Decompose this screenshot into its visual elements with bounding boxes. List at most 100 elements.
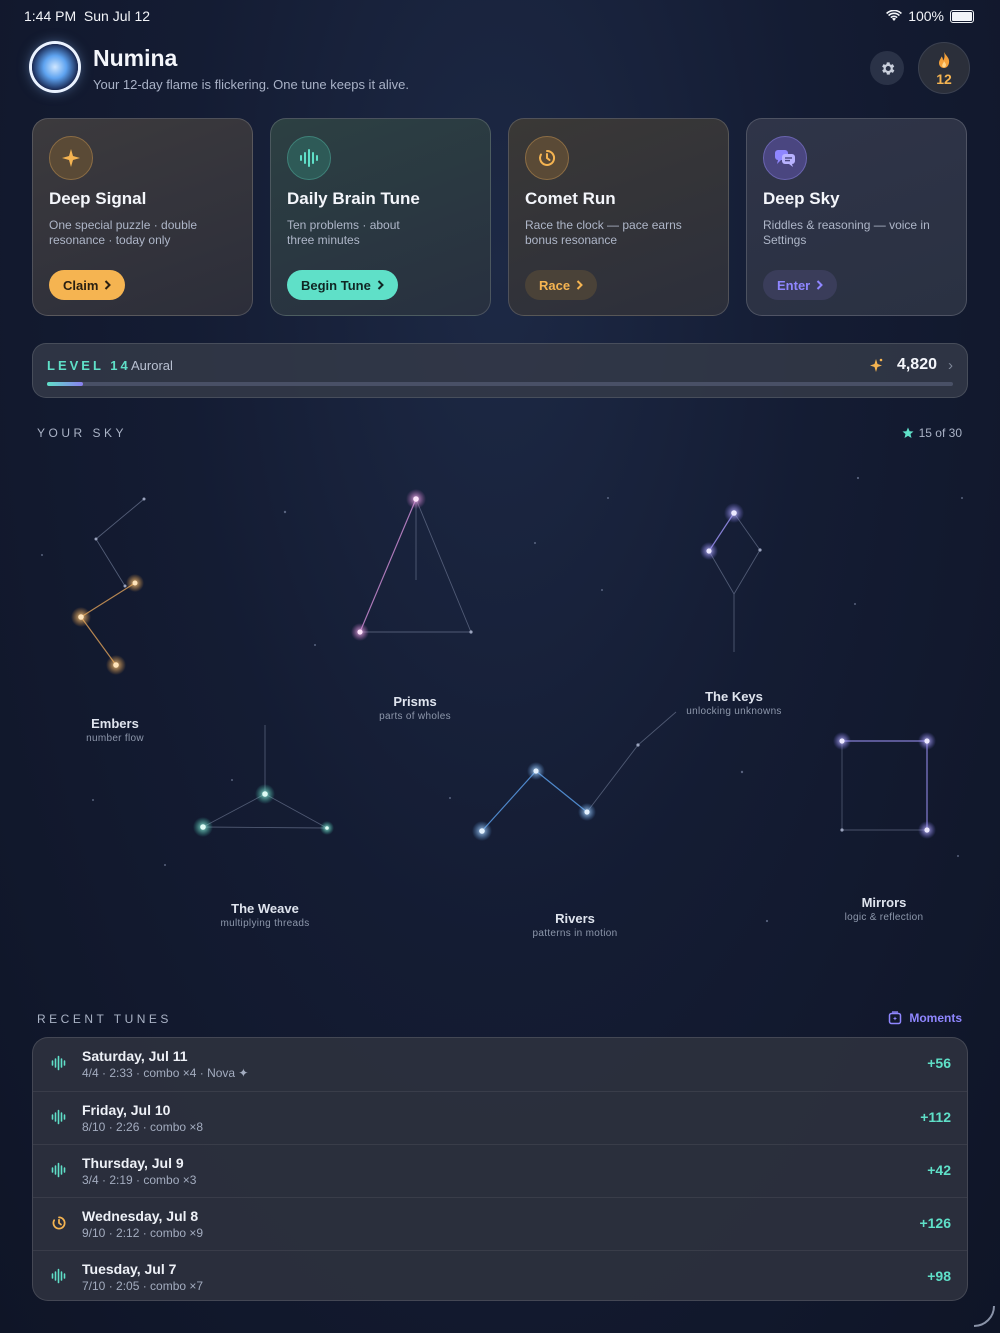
streak-message: Your 12-day flame is flickering. One tun… xyxy=(93,77,410,92)
constellation-sub-the-keys: unlocking unknowns xyxy=(686,706,782,717)
tune-meta: 3/4 · 2:19 · combo ×3 xyxy=(82,1173,197,1187)
chevron-right-icon: › xyxy=(948,357,953,374)
card-daily-brain-tune[interactable]: Daily Brain Tune Ten problems · about th… xyxy=(270,118,491,316)
waveform-icon xyxy=(51,1268,66,1284)
level-tier: Auroral xyxy=(131,358,173,373)
chevron-right-icon xyxy=(817,280,824,290)
constellation-sub-the-weave: multiplying threads xyxy=(220,918,310,929)
enter-button[interactable]: Enter xyxy=(763,270,838,300)
your-sky-heading: YOUR SKY xyxy=(37,426,128,440)
constellation-name-embers[interactable]: Embers xyxy=(25,716,205,731)
constellation-rivers xyxy=(472,711,677,841)
tune-points: +56 xyxy=(927,1055,951,1071)
tune-points: +98 xyxy=(927,1268,951,1284)
begin-tune-button[interactable]: Begin Tune xyxy=(287,270,398,300)
tune-meta: 7/10 · 2:05 · combo ×7 xyxy=(82,1279,204,1293)
level-progress-bar[interactable]: LEVEL 14 Auroral 4,820 › xyxy=(32,343,968,398)
tune-date: Wednesday, Jul 8 xyxy=(82,1208,199,1224)
constellation-sub-mirrors: logic & reflection xyxy=(844,912,924,923)
card-icon-circle xyxy=(763,136,807,180)
constellation-sub-prisms: parts of wholes xyxy=(379,711,451,722)
chat-bubbles-icon xyxy=(775,150,795,167)
level-fill xyxy=(47,382,84,386)
settings-button[interactable] xyxy=(870,51,904,85)
card-title: Comet Run xyxy=(525,189,616,208)
constellation-name-mirrors[interactable]: Mirrors xyxy=(794,895,974,910)
constellation-name-the-weave[interactable]: The Weave xyxy=(175,901,355,916)
gear-icon xyxy=(881,61,894,75)
claim-button-label: Claim xyxy=(63,277,99,293)
chevron-right-icon xyxy=(105,280,112,290)
sparkle-icon xyxy=(62,149,80,167)
chevron-right-icon xyxy=(377,280,384,290)
tune-date: Tuesday, Jul 7 xyxy=(82,1261,177,1277)
claim-button[interactable]: Claim xyxy=(49,270,126,300)
resonance-points: 4,820 xyxy=(896,356,937,373)
constellation-the-weave xyxy=(193,725,334,837)
card-icon-circle xyxy=(525,136,569,180)
constellation-name-rivers[interactable]: Rivers xyxy=(485,911,665,926)
tune-points: +42 xyxy=(927,1162,951,1178)
card-comet-run[interactable]: Comet Run Race the clock — pace earns bo… xyxy=(508,118,729,316)
tune-row[interactable]: Wednesday, Jul 8 9/10 · 2:12 · combo ×9 … xyxy=(33,1197,967,1251)
card-description: One special puzzle · double resonance · … xyxy=(49,218,198,247)
waveform-icon xyxy=(300,149,318,167)
tune-meta: 8/10 · 2:26 · combo ×8 xyxy=(82,1120,204,1134)
tune-row[interactable]: Thursday, Jul 9 3/4 · 2:19 · combo ×3 +4… xyxy=(33,1144,967,1198)
waveform-icon xyxy=(51,1162,66,1178)
tune-points: +112 xyxy=(920,1109,951,1125)
race-button-label: Race xyxy=(539,277,571,293)
tune-row[interactable]: Saturday, Jul 11 4/4 · 2:33 · combo ×4 ·… xyxy=(33,1038,967,1091)
waveform-icon xyxy=(51,1109,66,1125)
status-time-date: 1:44 PM Sun Jul 12 xyxy=(24,8,151,24)
resize-handle-icon xyxy=(973,1305,995,1327)
tune-row[interactable]: Tuesday, Jul 7 7/10 · 2:05 · combo ×7 +9… xyxy=(33,1250,967,1300)
begin-tune-button-label: Begin Tune xyxy=(301,277,371,293)
tune-date: Saturday, Jul 11 xyxy=(82,1048,188,1064)
card-description: Ten problems · about three minutes xyxy=(287,218,400,247)
card-icon-circle xyxy=(287,136,331,180)
card-title: Daily Brain Tune xyxy=(287,189,420,208)
card-description: Race the clock — pace earns bonus resona… xyxy=(525,218,682,247)
timer-icon xyxy=(539,149,556,166)
recent-tunes-heading: RECENT TUNES xyxy=(37,1012,172,1026)
tune-row[interactable]: Friday, Jul 10 8/10 · 2:26 · combo ×8 +1… xyxy=(33,1091,967,1145)
card-icon-circle xyxy=(49,136,93,180)
moments-label: Moments xyxy=(909,1011,962,1025)
enter-button-label: Enter xyxy=(777,277,811,293)
tune-date: Thursday, Jul 9 xyxy=(82,1155,184,1171)
constellation-sub-embers: number flow xyxy=(86,733,144,744)
chevron-right-icon xyxy=(576,280,583,290)
constellation-name-the-keys[interactable]: The Keys xyxy=(644,689,824,704)
constellation-sub-rivers: patterns in motion xyxy=(532,928,618,939)
constellation-name-prisms[interactable]: Prisms xyxy=(325,694,505,709)
streak-flame-button[interactable]: 12 xyxy=(918,42,970,94)
card-description: Riddles & reasoning — voice in Settings xyxy=(763,218,930,247)
flame-icon xyxy=(939,52,950,68)
tune-points: +126 xyxy=(919,1215,951,1231)
streak-count: 12 xyxy=(936,71,952,87)
card-deep-signal[interactable]: Deep Signal One special puzzle · double … xyxy=(32,118,253,316)
constellation-mirrors xyxy=(833,732,936,839)
status-bar: 1:44 PM Sun Jul 12 100% xyxy=(24,8,974,26)
app-orb-logo xyxy=(32,44,78,90)
level-label: LEVEL 14 xyxy=(47,358,131,373)
sparkle-icon xyxy=(870,358,883,372)
wifi-icon xyxy=(886,10,903,21)
moments-link[interactable]: Moments xyxy=(888,1011,962,1025)
card-title: Deep Signal xyxy=(49,189,147,208)
level-track xyxy=(47,382,953,386)
card-deep-sky[interactable]: Deep Sky Riddles & reasoning — voice in … xyxy=(746,118,967,316)
tune-meta: 9/10 · 2:12 · combo ×9 xyxy=(82,1226,204,1240)
timer-icon xyxy=(52,1216,66,1230)
sky-count-text: 15 of 30 xyxy=(918,426,962,440)
card-title: Deep Sky xyxy=(763,189,840,208)
constellation-prisms xyxy=(351,489,473,641)
battery-percent: 100% xyxy=(908,8,944,24)
recent-tunes-list: Saturday, Jul 11 4/4 · 2:33 · combo ×4 ·… xyxy=(32,1037,968,1301)
tune-date: Friday, Jul 10 xyxy=(82,1102,171,1118)
sky-count: 15 of 30 xyxy=(902,426,962,440)
race-button[interactable]: Race xyxy=(525,270,598,300)
photo-album-icon xyxy=(889,1011,902,1025)
constellation-the-keys xyxy=(700,503,762,652)
